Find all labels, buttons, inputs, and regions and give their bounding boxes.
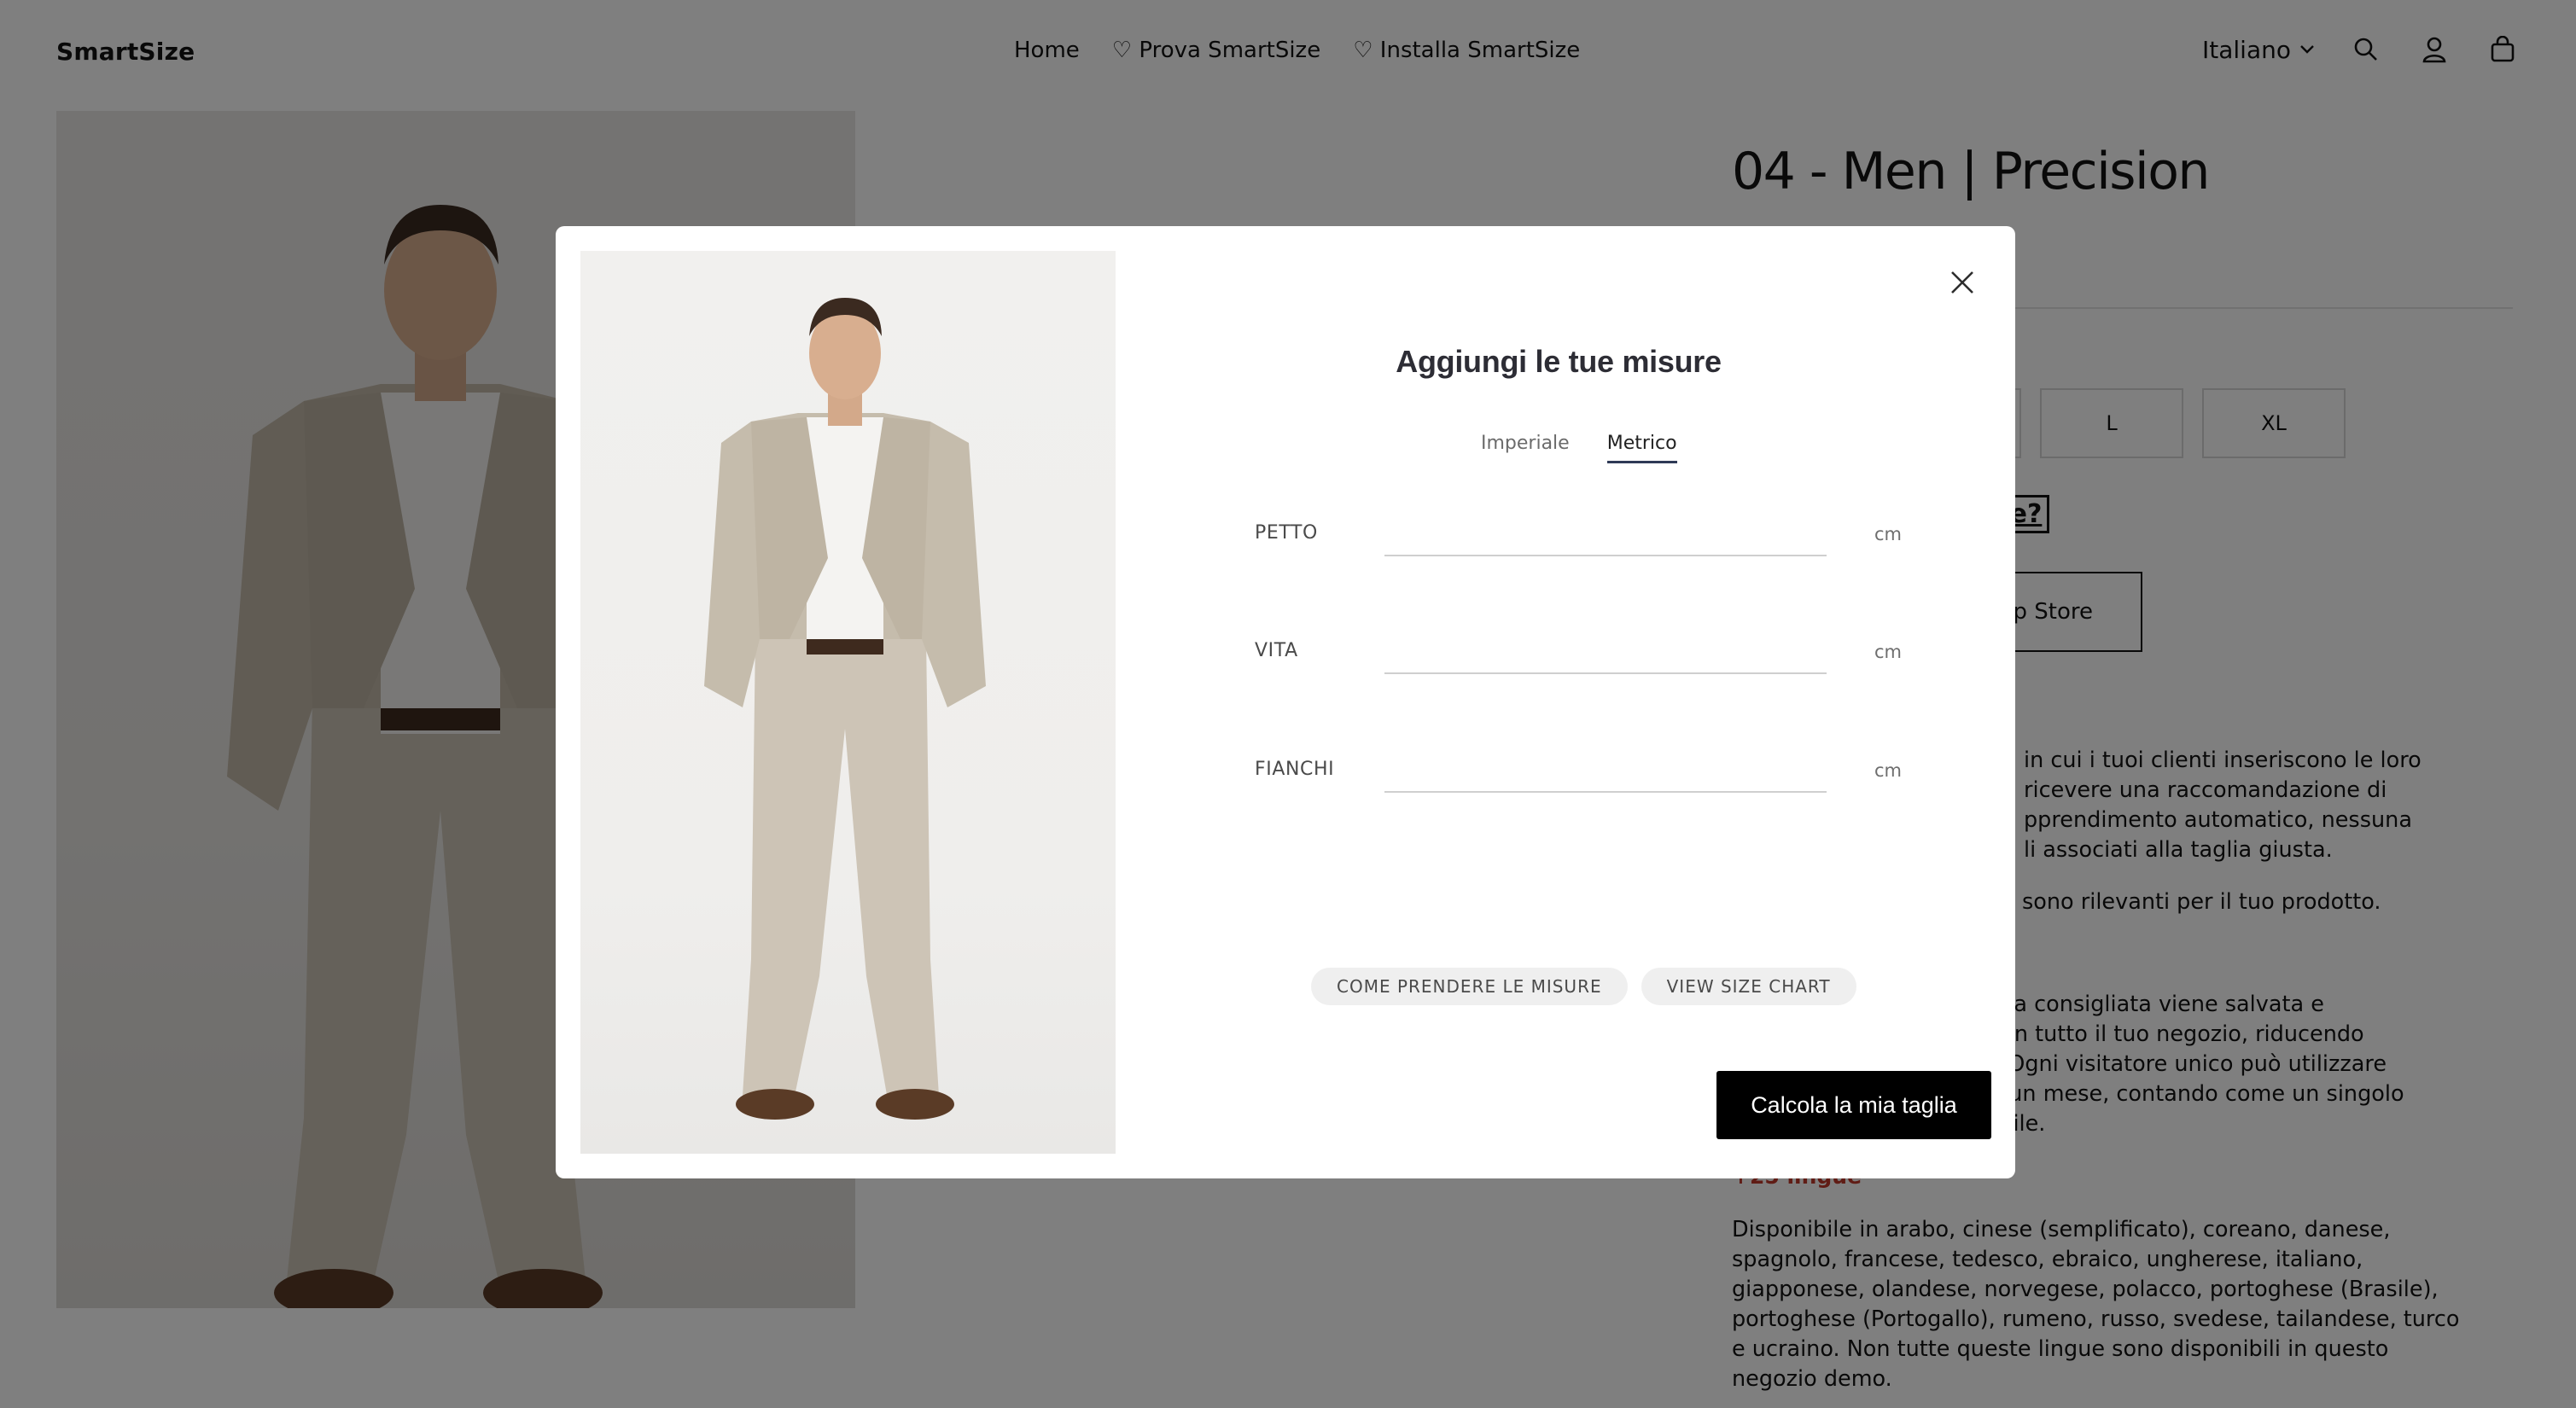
hips-field-row: FIANCHI cm	[1255, 745, 1903, 813]
modal-title: Aggiungi le tue misure	[1396, 344, 1722, 379]
calculate-size-button[interactable]: Calcola la mia taglia	[1716, 1071, 1991, 1139]
waist-label: VITA	[1255, 640, 1298, 661]
hips-unit: cm	[1874, 760, 1903, 781]
chest-input[interactable]	[1384, 509, 1827, 556]
unit-tabs: Imperiale Metrico	[1481, 433, 1677, 463]
how-to-measure-button[interactable]: COME PRENDERE LE MISURE	[1311, 968, 1628, 1005]
chest-label: PETTO	[1255, 522, 1318, 544]
measurements-modal: Aggiungi le tue misure Imperiale Metrico…	[556, 226, 2015, 1178]
tab-imperial[interactable]: Imperiale	[1481, 433, 1570, 463]
tab-metric[interactable]: Metrico	[1606, 433, 1677, 463]
hips-input[interactable]	[1384, 745, 1827, 793]
chest-unit: cm	[1874, 524, 1903, 544]
chest-field-row: PETTO cm	[1255, 509, 1903, 577]
waist-unit: cm	[1874, 642, 1903, 662]
close-icon[interactable]	[1940, 260, 1984, 305]
waist-field-row: VITA cm	[1255, 626, 1903, 695]
help-links: COME PRENDERE LE MISURE VIEW SIZE CHART	[1311, 968, 1856, 1005]
hips-label: FIANCHI	[1255, 759, 1335, 780]
waist-input[interactable]	[1384, 626, 1827, 674]
size-chart-button[interactable]: VIEW SIZE CHART	[1641, 968, 1856, 1005]
modal-model-image	[580, 251, 1116, 1154]
suit-model-illustration	[704, 298, 986, 1120]
